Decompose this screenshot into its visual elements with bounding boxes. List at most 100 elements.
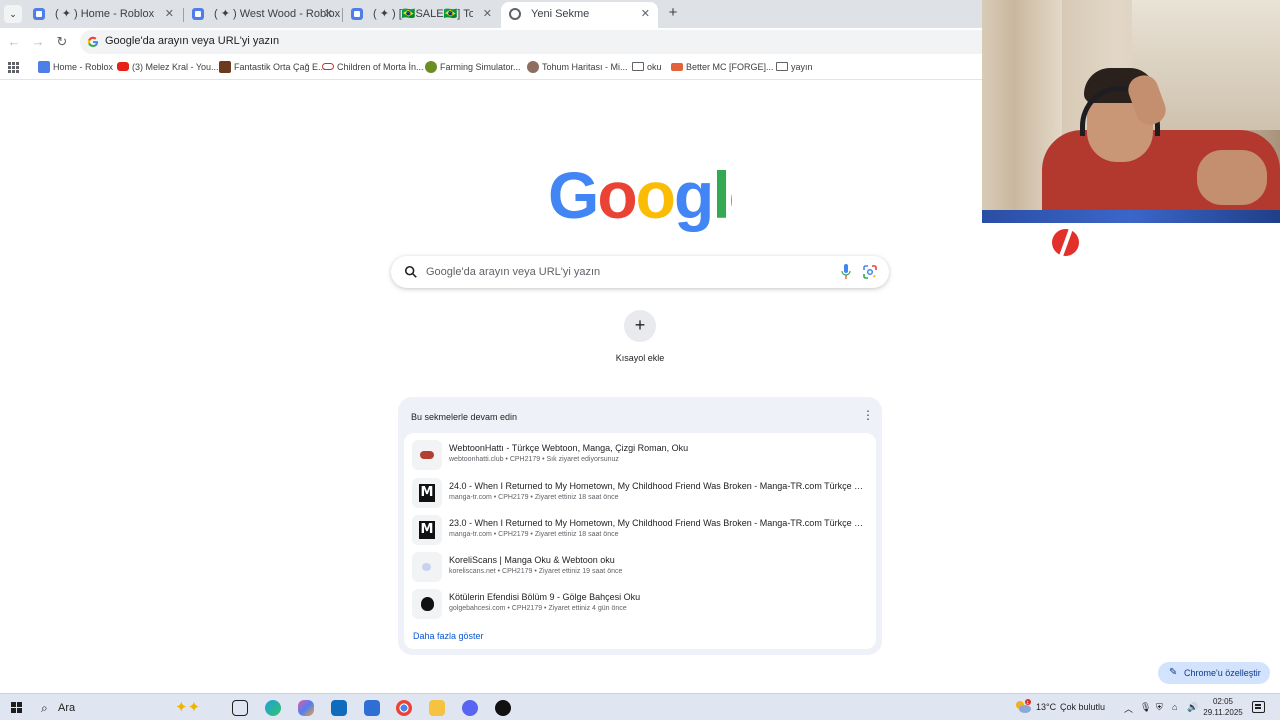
bookmark-label: Fantastik Orta Çağ E... (234, 62, 326, 72)
bookmark-label: Farming Simulator... (440, 62, 521, 72)
vpn-icon[interactable]: ⛨ (1156, 702, 1163, 713)
bookmark-home-roblox[interactable]: Home - Roblox (38, 61, 113, 73)
tab-list: WebtoonHattı - Türkçe Webtoon, Manga, Çi… (404, 433, 876, 649)
list-item[interactable]: 24.0 - When I Returned to My Hometown, M… (408, 476, 872, 510)
volume-icon[interactable]: 🔊 (1187, 702, 1198, 713)
webcam-overlay (982, 0, 1280, 223)
tab-search-chevron-icon[interactable]: ⌄ (4, 5, 22, 23)
windows-start-icon[interactable] (11, 702, 22, 713)
item-subtitle: koreliscans.net • CPH2179 • Ziyaret etti… (449, 568, 623, 575)
outlook-icon[interactable] (331, 700, 347, 716)
manga-tr-icon (412, 478, 442, 508)
pencil-icon: ✎ (1169, 667, 1178, 678)
close-tab-icon[interactable]: ✕ (483, 2, 492, 26)
google-lens-icon[interactable] (863, 265, 877, 279)
task-view-icon[interactable] (232, 700, 248, 716)
item-subtitle: webtoonhatti.club • CPH2179 • Sık ziyare… (449, 456, 619, 463)
bookmark-folder-oku[interactable]: oku (632, 61, 662, 73)
item-subtitle: golgebahcesi.com • CPH2179 • Ziyaret ett… (449, 605, 627, 612)
chrome-icon[interactable] (396, 700, 412, 716)
seed-map-icon (527, 61, 539, 73)
microphone-icon[interactable]: 🎙 (1140, 702, 1151, 713)
koreliscans-icon (412, 552, 442, 582)
address-bar[interactable]: Google'da arayın veya URL'yi yazın (80, 30, 982, 54)
copilot-sparkle-icon: ✦✦ (175, 699, 201, 716)
tab-west-wood[interactable]: ( ✦ ) West Wood - Roblox ✕ (184, 2, 341, 28)
webcam-person-hand (1197, 150, 1267, 205)
bookmark-folder-yayin[interactable]: yayın (776, 61, 813, 73)
roblox-icon (33, 8, 45, 20)
roblox-icon (38, 61, 50, 73)
item-title: WebtoonHattı - Türkçe Webtoon, Manga, Çi… (449, 443, 689, 453)
address-placeholder: Google'da arayın veya URL'yi yazın (105, 35, 280, 47)
item-title: 24.0 - When I Returned to My Hometown, M… (449, 481, 869, 491)
search-input[interactable]: Google'da arayın veya URL'yi yazın (426, 266, 600, 278)
copilot-icon[interactable] (298, 700, 314, 716)
customize-chrome-button[interactable]: ✎ Chrome'u özelleştir (1158, 662, 1270, 684)
back-arrow-icon[interactable]: ← (6, 34, 22, 50)
store-icon[interactable] (364, 700, 380, 716)
tab-home-roblox[interactable]: ( ✦ ) Home - Roblox ✕ (25, 2, 182, 28)
list-item[interactable]: WebtoonHattı - Türkçe Webtoon, Manga, Çi… (408, 438, 872, 472)
reload-icon[interactable]: ↻ (54, 34, 70, 50)
edge-icon[interactable] (265, 700, 281, 716)
clock-time: 02:05 (1212, 697, 1234, 706)
taskbar-search-input[interactable]: Ara (58, 702, 75, 714)
tab-title: ( ✦ ) Home - Roblox (55, 8, 155, 20)
close-tab-icon[interactable]: ✕ (165, 2, 174, 26)
tab-new-tab[interactable]: Yeni Sekme ✕ (501, 2, 658, 28)
bookmark-label: yayın (791, 62, 813, 72)
new-tab-plus-icon[interactable]: + (664, 4, 682, 22)
bookmark-children-of-morta[interactable]: Children of Morta İn... (322, 61, 424, 73)
google-g-icon (87, 36, 98, 47)
item-title: Kötülerin Efendisi Bölüm 9 - Gölge Bahçe… (449, 592, 641, 602)
customize-label: Chrome'u özelleştir (1184, 668, 1261, 678)
webtoonhatti-icon (412, 440, 442, 470)
windows-taskbar: ⌕ Ara ✦✦ 1 13°C Çok bulutlu ︿ 🎙 ⛨ ⌂ 🔊 02… (0, 693, 1280, 720)
network-icon[interactable]: ⌂ (1172, 702, 1177, 712)
taskbar-search[interactable]: ⌕ Ara ✦✦ (34, 696, 220, 719)
obs-icon[interactable] (495, 700, 511, 716)
tab-title: ( ✦ ) West Wood - Roblox (214, 8, 341, 20)
bookmark-better-mc[interactable]: Better MC [FORGE]... (671, 61, 774, 73)
chevron-up-icon[interactable]: ︿ (1124, 702, 1133, 715)
bookmark-label: Children of Morta İn... (337, 62, 424, 72)
close-tab-icon[interactable]: ✕ (324, 2, 333, 26)
notification-icon[interactable] (1252, 701, 1265, 713)
youtube-icon (117, 62, 129, 71)
roblox-icon (351, 8, 363, 20)
list-item[interactable]: 23.0 - When I Returned to My Hometown, M… (408, 513, 872, 547)
show-more-link[interactable]: Daha fazla göster (413, 631, 484, 641)
search-icon: ⌕ (41, 701, 48, 715)
microphone-icon[interactable] (841, 264, 851, 280)
tab-title: ( ✦ ) [🇧🇷SALE🇧🇷] Tower Defense (373, 8, 473, 20)
weather-desc[interactable]: Çok bulutlu (1060, 702, 1105, 712)
bookmark-melez-kral[interactable]: (3) Melez Kral - You... (117, 61, 219, 73)
bookmark-label: Tohum Haritası - Mi... (542, 62, 628, 72)
file-explorer-icon[interactable] (429, 700, 445, 716)
bookmark-tohum-haritasi[interactable]: Tohum Haritası - Mi... (527, 61, 628, 73)
add-shortcut-button[interactable]: + Kısayol ekle (610, 310, 670, 370)
google-logo: Google (548, 162, 732, 232)
weather-temp[interactable]: 13°C (1036, 702, 1056, 712)
item-title: 23.0 - When I Returned to My Hometown, M… (449, 518, 869, 528)
folder-icon (632, 62, 644, 71)
forward-arrow-icon[interactable]: → (30, 34, 46, 50)
mask-icon (322, 63, 334, 70)
list-item[interactable]: Kötülerin Efendisi Bölüm 9 - Gölge Bahçe… (408, 587, 872, 621)
bookmark-farming-simulator[interactable]: Farming Simulator... (425, 61, 521, 73)
search-box[interactable]: Google'da arayın veya URL'yi yazın (391, 256, 889, 288)
apps-grid-icon[interactable] (8, 62, 19, 73)
list-item[interactable]: KoreliScans | Manga Oku & Webtoon oku ko… (408, 550, 872, 584)
tab-tower-defense[interactable]: ( ✦ ) [🇧🇷SALE🇧🇷] Tower Defense ✕ (343, 2, 500, 28)
bookmark-label: (3) Melez Kral - You... (132, 62, 219, 72)
continue-tabs-card: Bu sekmelerle devam edin ⋮ WebtoonHattı … (398, 397, 882, 655)
more-vert-icon[interactable]: ⋮ (862, 409, 874, 423)
manga-tr-icon (412, 515, 442, 545)
bookmark-fantastik[interactable]: Fantastik Orta Çağ E... (219, 61, 326, 73)
close-tab-icon[interactable]: ✕ (641, 2, 650, 26)
discord-icon[interactable] (462, 700, 478, 716)
tab-strip: ⌄ ( ✦ ) Home - Roblox ✕ ( ✦ ) West Wood … (0, 0, 982, 28)
chrome-newtab-icon (509, 8, 521, 20)
taskbar-clock[interactable]: 02:05 29.11.2025 (1203, 696, 1243, 718)
